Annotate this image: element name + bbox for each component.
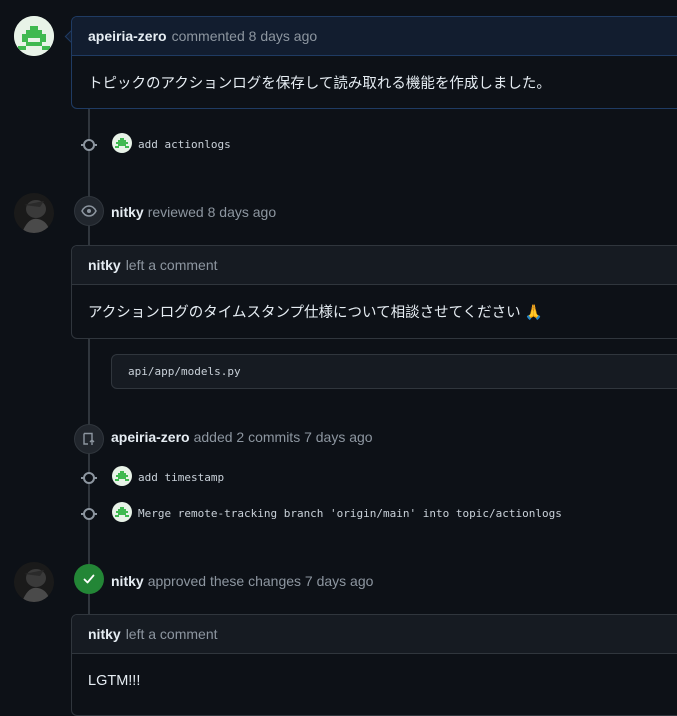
commit-message[interactable]: add actionlogs (138, 138, 231, 151)
commit-message[interactable]: Merge remote-tracking branch 'origin/mai… (138, 507, 562, 520)
review-badge (74, 196, 104, 226)
approve-comment-author[interactable]: nitky (88, 626, 121, 642)
review-action: reviewed (147, 204, 204, 220)
file-reference[interactable]: api/app/models.py (111, 354, 677, 389)
timeline-rail (88, 226, 90, 246)
commits-event-text: apeiria-zero added 2 commits 7 days ago (111, 429, 373, 445)
approve-comment-action: left a comment (125, 626, 218, 642)
commits-author[interactable]: apeiria-zero (111, 429, 190, 445)
review-time[interactable]: 8 days ago (208, 204, 277, 220)
review-comment-box: nitky left a comment アクションログのタイムスタンプ仕様につ… (71, 245, 677, 339)
comment-action: commented (171, 28, 245, 44)
review-comment-author[interactable]: nitky (88, 257, 121, 273)
approve-action: approved these changes (147, 573, 302, 589)
timeline-rail (88, 594, 90, 614)
commit-author-avatar[interactable] (112, 133, 132, 153)
check-icon (83, 574, 95, 584)
comment-header: apeiria-zero commented 8 days ago (72, 17, 677, 56)
commit-author-avatar[interactable] (112, 466, 132, 486)
repo-push-icon (83, 432, 95, 445)
comment-body: トピックのアクションログを保存して読み取れる機能を作成しました。 (88, 75, 551, 92)
commits-time[interactable]: 7 days ago (304, 429, 373, 445)
commits-badge (74, 424, 104, 454)
commit-message[interactable]: add timestamp (138, 471, 224, 484)
comment-box: apeiria-zero commented 8 days ago トピックのア… (71, 16, 677, 109)
avatar-nitky[interactable] (14, 193, 54, 233)
timeline-rail (88, 108, 90, 198)
review-comment-header: nitky left a comment (72, 246, 677, 285)
review-author[interactable]: nitky (111, 204, 144, 220)
comment-time[interactable]: 8 days ago (249, 28, 318, 44)
commits-action: added 2 commits (193, 429, 301, 445)
avatar-nitky[interactable] (14, 562, 54, 602)
approve-time[interactable]: 7 days ago (305, 573, 374, 589)
approve-comment-header: nitky left a comment (72, 615, 677, 654)
commit-author-avatar[interactable] (112, 502, 132, 522)
approve-author[interactable]: nitky (111, 573, 144, 589)
review-comment-action: left a comment (125, 257, 218, 273)
comment-author[interactable]: apeiria-zero (88, 28, 167, 44)
eye-icon (81, 205, 97, 217)
approve-comment-body: LGTM!!! (88, 673, 141, 689)
review-event-text: nitky reviewed 8 days ago (111, 204, 276, 220)
file-path[interactable]: api/app/models.py (128, 365, 241, 378)
commit-icon (83, 508, 95, 520)
commit-icon (83, 472, 95, 484)
approve-badge (74, 564, 104, 594)
avatar-apeiria-zero[interactable] (14, 16, 54, 56)
timeline-rail (88, 338, 90, 425)
commit-icon (83, 139, 95, 151)
approve-comment-box: nitky left a comment LGTM!!! (71, 614, 677, 716)
review-comment-body: アクションログのタイムスタンプ仕様について相談させてください 🙏 (88, 305, 543, 321)
approve-event-text: nitky approved these changes 7 days ago (111, 573, 373, 589)
